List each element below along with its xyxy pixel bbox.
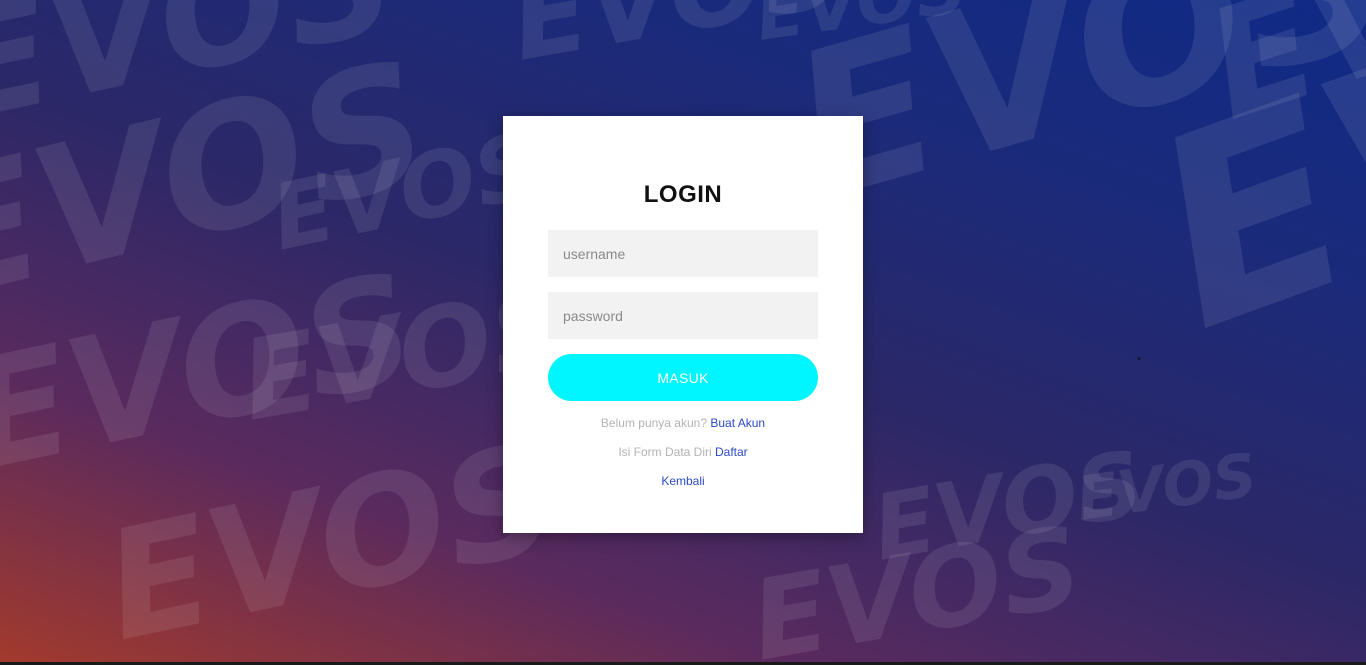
masuk-button[interactable]: MASUK (548, 354, 818, 401)
login-card: LOGIN MASUK Belum punya akun? Buat Akun … (503, 116, 863, 533)
register-message: Isi Form Data Diri Daftar (503, 445, 863, 459)
no-account-message: Belum punya akun? Buat Akun (503, 416, 863, 430)
login-title: LOGIN (643, 181, 723, 208)
back-message: Kembali (503, 474, 863, 488)
create-account-link[interactable]: Buat Akun (710, 416, 765, 430)
back-link[interactable]: Kembali (661, 474, 704, 488)
no-account-text: Belum punya akun? (600, 416, 707, 430)
mouse-cursor-icon: ˅ (1136, 356, 1142, 370)
register-link[interactable]: Daftar (715, 445, 748, 459)
form-text: Isi Form Data Diri (618, 445, 712, 459)
username-input[interactable] (548, 230, 818, 277)
password-input[interactable] (548, 292, 818, 339)
